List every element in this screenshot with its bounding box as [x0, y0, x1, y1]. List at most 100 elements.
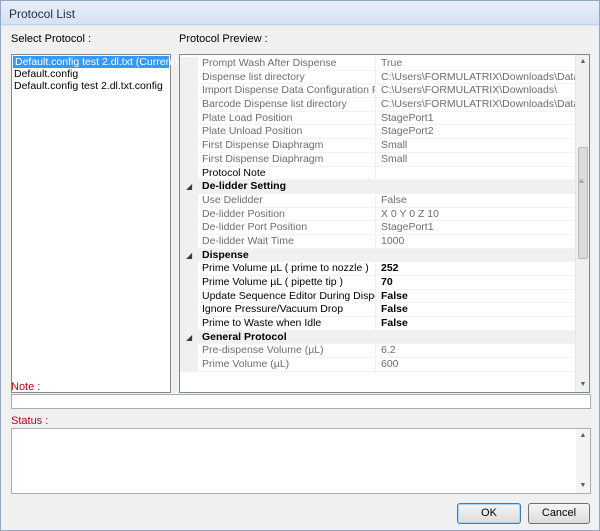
grid-category-row[interactable]: ◢ General Protocol [180, 330, 576, 345]
protocol-preview-label: Protocol Preview : [179, 33, 268, 45]
grid-row-gutter [180, 84, 198, 99]
grid-property-name: De-lidder Wait Time [202, 234, 376, 249]
collapse-triangle-icon[interactable]: ◢ [186, 331, 192, 345]
collapse-triangle-icon[interactable]: ◢ [186, 180, 192, 194]
grid-property-name: Import Dispense Data Configuration File [202, 84, 376, 99]
protocol-preview-grid[interactable]: Prompt Wash After Dispense True Dispense l… [179, 54, 590, 393]
select-protocol-label: Select Protocol : [11, 33, 92, 45]
grid-property-row[interactable]: Ignore Pressure/Vacuum Drop False [180, 303, 576, 318]
grid-property-value[interactable]: True [381, 57, 576, 71]
grid-property-value[interactable] [381, 167, 576, 181]
grid-property-value[interactable]: 252 [381, 262, 576, 276]
grid-row-gutter [180, 262, 198, 276]
grid-property-value[interactable]: False [381, 303, 576, 317]
grid-row-gutter [180, 234, 198, 249]
grid-property-row[interactable]: Pre-dispense Volume (µL) 6.2 [180, 344, 576, 359]
grid-category-name: General Protocol [202, 330, 287, 343]
grid-row-gutter [180, 193, 198, 208]
grid-property-row[interactable]: Prime to Waste when Idle False [180, 317, 576, 331]
grid-category-name: Dispense [202, 248, 249, 261]
note-label: Note : [11, 381, 41, 393]
grid-property-value[interactable]: 1000 [381, 235, 576, 249]
grid-property-value[interactable]: Small [381, 139, 576, 153]
grid-property-value[interactable]: C:\Users\FORMULATRIX\Downloads\ [381, 84, 576, 98]
grid-property-row[interactable]: Prime Volume µL ( pipette tip ) 70 [180, 276, 576, 290]
cancel-button[interactable]: Cancel [528, 503, 590, 524]
protocol-list-item[interactable]: Default.config test 2.dl.txt.config [12, 80, 170, 92]
grid-property-value[interactable]: X 0 Y 0 Z 10 [381, 208, 576, 222]
grid-property-name: Use Delidder [202, 193, 376, 208]
protocol-list-item[interactable]: Default.config [12, 68, 170, 80]
grid-property-value[interactable]: False [381, 290, 576, 304]
grid-property-value[interactable]: StagePort1 [381, 112, 576, 126]
grid-category-row[interactable]: ◢ Dispense [180, 248, 576, 263]
grid-property-row[interactable]: Prompt Wash After Dispense True [180, 57, 576, 71]
grid-property-name: Dispense list directory [202, 70, 376, 85]
status-field[interactable]: ▲ ▼ [11, 428, 591, 494]
ok-button[interactable]: OK [457, 503, 521, 524]
grid-property-row[interactable]: Barcode Dispense list directory C:\Users\… [180, 98, 576, 112]
grid-property-value[interactable]: StagePort2 [381, 125, 576, 139]
grid-property-name: Prime Volume µL ( pipette tip ) [202, 276, 376, 290]
grid-property-row[interactable]: Use Delidder False [180, 193, 576, 208]
collapse-triangle-icon[interactable]: ◢ [186, 249, 192, 263]
grid-property-name: Plate Load Position [202, 111, 376, 126]
grid-property-value[interactable]: 70 [381, 276, 576, 290]
status-scrollbar[interactable]: ▲ ▼ [576, 429, 590, 493]
grid-property-row[interactable]: First Dispense Diaphragm Small [180, 139, 576, 153]
grid-property-row[interactable]: Prime Volume µL ( prime to nozzle ) 252 [180, 262, 576, 276]
title-bar: Protocol List [1, 1, 599, 25]
scroll-down-arrow-icon[interactable]: ▼ [576, 378, 589, 392]
grid-property-name: Update Sequence Editor During Dispense [202, 289, 376, 304]
grid-row-gutter [180, 344, 198, 359]
grid-property-row[interactable]: Prime Volume (µL) 600 [180, 358, 576, 372]
grid-property-value[interactable]: 600 [381, 358, 576, 372]
grid-category-name: De-lidder Setting [202, 180, 287, 193]
dialog-body: Select Protocol : Protocol Preview : Def… [1, 26, 599, 530]
grid-row-gutter [180, 207, 198, 222]
scroll-down-arrow-icon[interactable]: ▼ [576, 479, 590, 493]
grid-row-gutter [180, 139, 198, 153]
grid-property-row[interactable]: Protocol Note [180, 166, 576, 181]
note-field[interactable] [11, 394, 591, 409]
grid-row-gutter [180, 57, 198, 71]
grid-row-gutter [180, 276, 198, 290]
grid-property-row[interactable]: De-lidder Port Position StagePort1 [180, 221, 576, 235]
grid-property-row[interactable]: First Dispense Diaphragm Small [180, 152, 576, 167]
grid-property-row[interactable]: Update Sequence Editor During Dispense Fa… [180, 289, 576, 304]
grid-property-value[interactable]: C:\Users\FORMULATRIX\Downloads\Data\Us [381, 71, 576, 85]
grid-row-gutter [180, 70, 198, 85]
grid-property-value[interactable]: StagePort1 [381, 221, 576, 235]
grid-property-row[interactable]: Plate Unload Position StagePort2 [180, 125, 576, 140]
grid-property-value[interactable]: False [381, 194, 576, 208]
scroll-up-arrow-icon[interactable]: ▲ [576, 55, 589, 69]
grid-property-name: Protocol Note [202, 166, 376, 181]
preview-scrollbar[interactable]: ▲ ≡ ▼ [575, 55, 589, 392]
grid-category-row[interactable]: ◢ De-lidder Setting [180, 180, 576, 194]
grid-row-gutter [180, 152, 198, 167]
protocol-list-item[interactable]: Default.config test 2.dl.txt (Current) [13, 56, 178, 68]
grid-property-value[interactable]: 6.2 [381, 344, 576, 358]
grid-property-row[interactable]: Dispense list directory C:\Users\FORMULAT… [180, 70, 576, 85]
grid-property-name: Barcode Dispense list directory [202, 98, 376, 112]
scroll-up-arrow-icon[interactable]: ▲ [576, 429, 590, 443]
grid-property-name: De-lidder Position [202, 207, 376, 222]
grid-property-name: Prime Volume µL ( prime to nozzle ) [202, 262, 376, 276]
status-label: Status : [11, 415, 49, 427]
grid-row-gutter [180, 125, 198, 140]
grid-row-gutter [180, 358, 198, 372]
grid-property-row[interactable]: De-lidder Wait Time 1000 [180, 234, 576, 249]
grid-property-name: Prime to Waste when Idle [202, 317, 376, 331]
grid-property-value[interactable]: C:\Users\FORMULATRIX\Downloads\Data\Us [381, 98, 576, 112]
grid-property-name: First Dispense Diaphragm [202, 152, 376, 167]
protocol-listbox[interactable]: Default.config test 2.dl.txt (Current) De… [11, 54, 178, 393]
grid-property-value[interactable]: Small [381, 153, 576, 167]
grid-row-gutter [180, 98, 198, 112]
scrollbar-thumb[interactable] [578, 147, 588, 259]
grid-property-row[interactable]: De-lidder Position X 0 Y 0 Z 10 [180, 207, 576, 222]
grid-row-gutter [180, 221, 198, 235]
grid-property-value[interactable]: False [381, 317, 576, 331]
grid-property-row[interactable]: Import Dispense Data Configuration File C… [180, 84, 576, 99]
window-title: Protocol List [9, 7, 76, 21]
grid-property-row[interactable]: Plate Load Position StagePort1 [180, 111, 576, 126]
